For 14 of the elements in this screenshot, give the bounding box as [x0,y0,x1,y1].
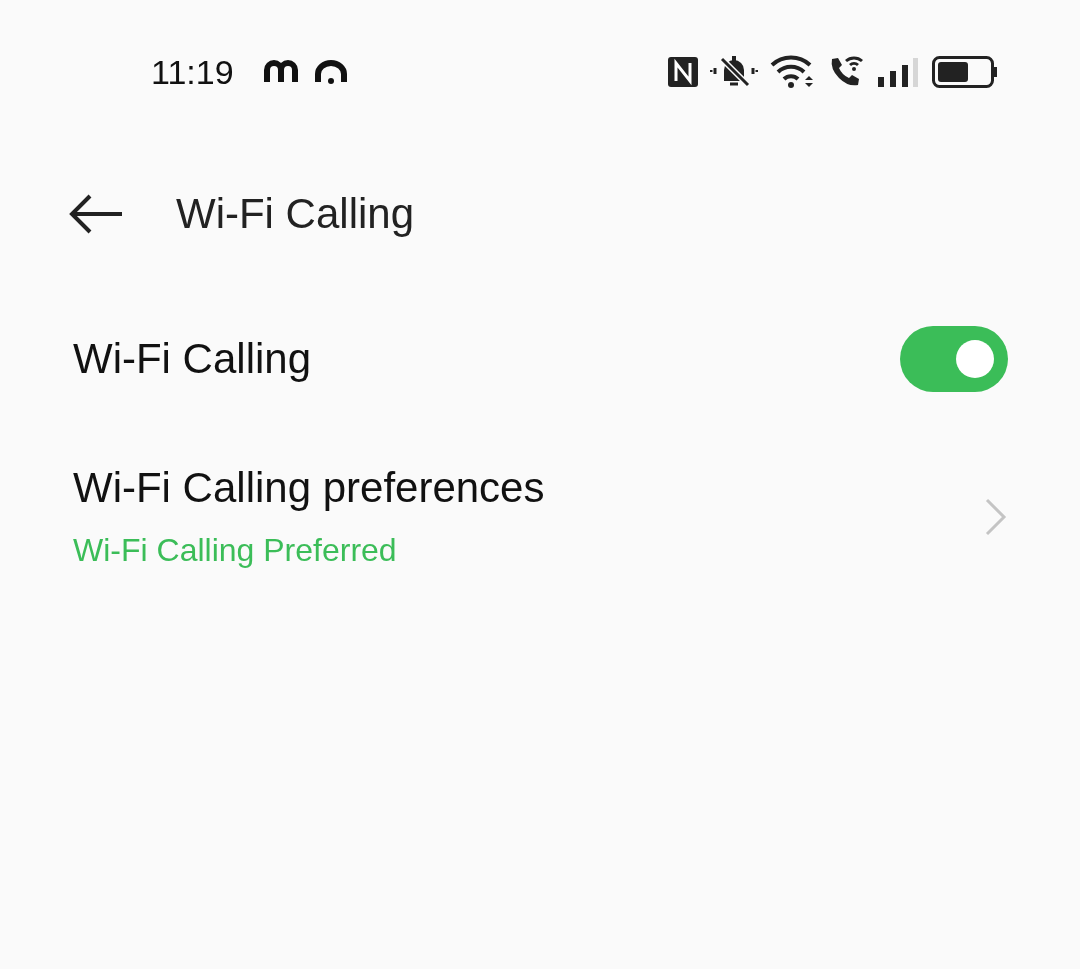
setting-label[interactable]: Wi-Fi Calling preferences [73,464,545,512]
wifi-icon [770,55,816,89]
chevron-icon [984,496,1008,537]
status-time: 11:19 [151,52,234,92]
setting-label: Wi-Fi Calling [73,335,311,383]
notification-icon [263,60,298,84]
notification-icon [313,60,348,84]
nfc-icon [668,57,698,87]
vibrate-icon [710,55,758,89]
back-arrow-icon[interactable] [68,192,124,236]
battery-icon [932,56,998,88]
page-title: Wi-Fi Calling [176,190,414,238]
signal-icon [876,57,920,87]
setting-value: Wi-Fi Calling Preferred [73,532,398,569]
